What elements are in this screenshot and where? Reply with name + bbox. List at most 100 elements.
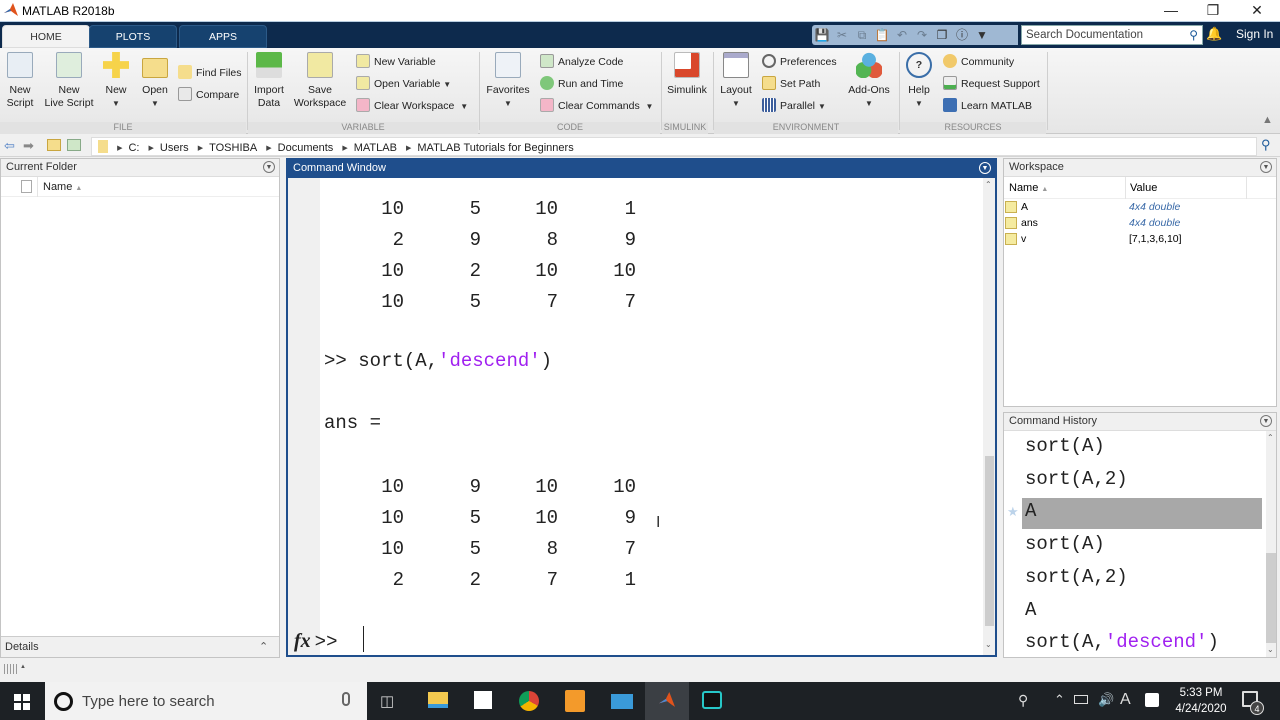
history-item[interactable]: A (1022, 597, 1262, 628)
workspace-variable-row[interactable]: v [7,1,3,6,10] (1004, 231, 1276, 247)
breadcrumb-item[interactable]: Documents (278, 142, 334, 154)
chrome-icon[interactable] (519, 691, 539, 711)
scroll-down-icon[interactable]: ⌄ (1267, 645, 1274, 654)
up-folder-icon[interactable] (47, 139, 61, 151)
notification-bell-icon[interactable]: 🔔 (1206, 26, 1222, 42)
clear-commands-button[interactable]: Clear Commands ▼ (540, 97, 653, 115)
add-ons-button[interactable]: Add-Ons ▼ (846, 52, 892, 110)
parallel-pool-icon[interactable] (4, 664, 18, 674)
chevron-up-icon[interactable]: ▲ (20, 664, 26, 670)
screen-recorder-icon[interactable] (702, 691, 722, 709)
quick-access-options-icon[interactable]: ▼ (972, 25, 992, 45)
find-files-button[interactable]: Find Files (178, 64, 242, 82)
mail-icon[interactable] (611, 694, 633, 709)
breadcrumb-item[interactable]: TOSHIBA (209, 142, 257, 154)
undo-icon[interactable]: ↶ (892, 25, 912, 45)
breadcrumb-item[interactable]: MATLAB Tutorials for Beginners (417, 142, 573, 154)
scroll-down-icon[interactable]: ⌄ (985, 640, 992, 649)
history-item[interactable]: sort(A) (1022, 433, 1262, 464)
search-icon[interactable]: ⚲ (1189, 28, 1198, 42)
browse-folder-icon[interactable] (67, 139, 81, 151)
forward-arrow-icon[interactable]: ➡ (23, 138, 34, 154)
history-item[interactable]: sort(A) (1022, 531, 1262, 562)
cut-icon[interactable]: ✂ (832, 25, 852, 45)
layout-button[interactable]: Layout ▼ (718, 52, 754, 110)
close-button[interactable]: ✕ (1234, 0, 1280, 22)
restore-button[interactable]: ❐ (1190, 0, 1236, 22)
paste-icon[interactable]: 📋 (872, 25, 892, 45)
copy-icon[interactable]: ⧉ (852, 25, 872, 45)
command-output[interactable]: 10 5 10 1 2 9 8 9 10 2 10 10 10 5 7 7 >> sort(A,'descen… (324, 178, 984, 618)
favorites-button[interactable]: Favorites ▼ (484, 52, 532, 110)
scrollbar-thumb[interactable] (985, 456, 994, 626)
chevron-down-icon[interactable]: ▼ (460, 102, 468, 111)
scroll-up-icon[interactable]: ⌃ (985, 180, 992, 189)
clock[interactable]: 5:33 PM 4/24/2020 (1172, 685, 1230, 717)
show-hidden-icons-icon[interactable]: ⌃ (1054, 692, 1065, 708)
breadcrumb-item[interactable]: C: (128, 142, 139, 154)
new-variable-button[interactable]: New Variable (356, 53, 436, 71)
sign-in-link[interactable]: Sign In (1236, 27, 1273, 41)
new-script-button[interactable]: New Script (4, 52, 36, 110)
simulink-button[interactable]: Simulink (666, 52, 708, 97)
details-pane[interactable]: Details ⌃ (1, 636, 279, 657)
panel-options-icon[interactable]: ▼ (263, 161, 275, 173)
people-icon[interactable]: ⚲ (1018, 692, 1028, 709)
save-icon[interactable]: 💾 (812, 25, 832, 45)
scroll-up-icon[interactable]: ⌃ (1267, 433, 1274, 442)
history-item[interactable]: sort(A,'descend') (1022, 629, 1262, 660)
foxit-reader-icon[interactable] (565, 690, 585, 712)
open-button[interactable]: Open ▼ (140, 52, 170, 110)
workspace-variable-row[interactable]: ans 4x4 double (1004, 215, 1276, 231)
help-button[interactable]: ? Help ▼ (904, 52, 934, 110)
chevron-down-icon[interactable]: ▼ (443, 80, 451, 89)
volume-icon[interactable]: 🔊 (1098, 692, 1114, 708)
breadcrumb-item[interactable]: MATLAB (354, 142, 397, 154)
import-data-button[interactable]: Import Data (253, 52, 285, 110)
collapse-ribbon-icon[interactable]: ▲ (1262, 114, 1273, 126)
new-button[interactable]: New ▼ (102, 52, 130, 110)
back-arrow-icon[interactable]: ⇦ (4, 138, 15, 154)
name-column-header[interactable]: Name ▲ (1009, 182, 1048, 194)
minimize-button[interactable]: — (1148, 0, 1194, 22)
run-and-time-button[interactable]: Run and Time (540, 75, 623, 93)
microphone-icon[interactable] (342, 692, 350, 706)
function-browser-icon[interactable]: fx (294, 630, 311, 652)
taskbar-search-box[interactable]: Type here to search (45, 682, 367, 720)
preferences-button[interactable]: Preferences (762, 53, 837, 71)
switch-windows-icon[interactable]: ❐ (932, 25, 952, 45)
command-input-caret[interactable] (363, 626, 364, 652)
chevron-down-icon[interactable]: ▼ (818, 102, 826, 111)
breadcrumb-item[interactable]: Users (160, 142, 189, 154)
tab-plots[interactable]: PLOTS (89, 25, 177, 48)
parallel-button[interactable]: Parallel ▼ (762, 97, 826, 115)
search-folder-icon[interactable]: ⚲ (1261, 137, 1271, 153)
panel-options-icon[interactable]: ▼ (1260, 161, 1272, 173)
battery-icon[interactable] (1074, 695, 1088, 704)
windows-start-icon[interactable] (14, 694, 30, 710)
new-live-script-button[interactable]: New Live Script (42, 52, 96, 110)
value-column-header[interactable]: Value (1130, 182, 1157, 194)
redo-icon[interactable]: ↷ (912, 25, 932, 45)
file-explorer-icon[interactable] (428, 692, 448, 708)
panel-options-icon[interactable]: ▼ (979, 162, 991, 174)
input-language-indicator[interactable]: A (1120, 691, 1131, 709)
chevron-up-icon[interactable]: ⌃ (259, 640, 268, 653)
command-window[interactable]: Command Window ▼ 10 5 10 1 2 9 8 9 10 2 10 10 10 5 7 7 >… (286, 158, 997, 657)
favorite-star-icon[interactable]: ★ (1007, 504, 1019, 520)
panel-options-icon[interactable]: ▼ (1260, 415, 1272, 427)
workspace-variable-row[interactable]: A 4x4 double (1004, 199, 1276, 215)
community-button[interactable]: Community (943, 53, 1014, 71)
help-icon[interactable]: ⓘ (952, 25, 972, 45)
history-item[interactable]: sort(A,2) (1022, 466, 1262, 497)
history-item[interactable]: sort(A,2) (1022, 564, 1262, 595)
tab-apps[interactable]: APPS (179, 25, 267, 48)
microsoft-store-icon[interactable] (474, 691, 492, 709)
learn-matlab-button[interactable]: Learn MATLAB (943, 97, 1032, 115)
open-variable-button[interactable]: Open Variable ▼ (356, 75, 451, 93)
tab-home[interactable]: HOME (2, 25, 90, 48)
tray-app-icon[interactable] (1145, 693, 1159, 707)
request-support-button[interactable]: Request Support (943, 75, 1040, 93)
documentation-search-input[interactable]: Search Documentation ⚲ (1021, 25, 1203, 45)
compare-button[interactable]: Compare (178, 86, 239, 104)
